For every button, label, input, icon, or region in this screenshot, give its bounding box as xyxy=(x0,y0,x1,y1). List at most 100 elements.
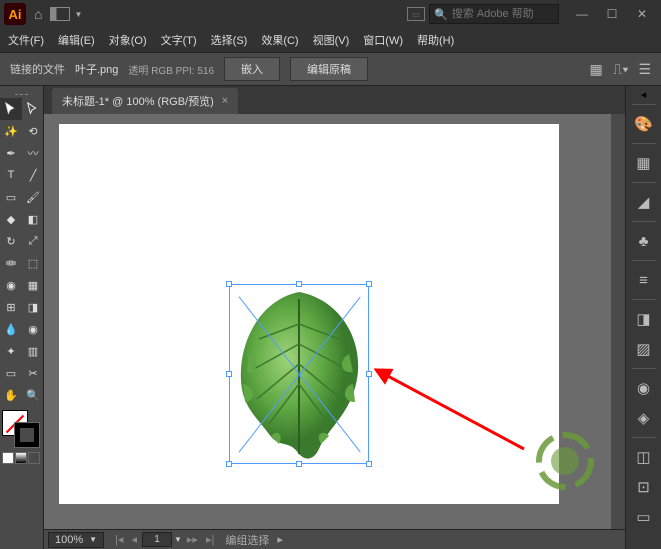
symbols-panel-icon[interactable]: ♣ xyxy=(630,228,658,254)
tab-close-button[interactable]: × xyxy=(222,95,228,107)
brushes-panel-icon[interactable]: ◢ xyxy=(630,189,658,215)
menu-view[interactable]: 视图(V) xyxy=(313,32,350,48)
stroke-swatch[interactable] xyxy=(14,422,40,448)
menu-file[interactable]: 文件(F) xyxy=(8,32,44,48)
embed-button[interactable]: 嵌入 xyxy=(224,57,280,81)
menu-window[interactable]: 窗口(W) xyxy=(363,32,403,48)
gradient-tool[interactable]: ◨ xyxy=(22,296,44,318)
symbol-sprayer-tool[interactable]: ✦ xyxy=(0,340,22,362)
rotate-tool[interactable]: ↻ xyxy=(0,230,22,252)
zoom-value: 100% xyxy=(55,534,83,546)
color-mode-gradient[interactable] xyxy=(15,452,27,464)
paintbrush-tool[interactable]: 🖌 xyxy=(22,186,44,208)
layout-icon xyxy=(50,7,70,21)
vertical-scrollbar[interactable] xyxy=(611,114,625,529)
slice-tool[interactable]: ✂ xyxy=(22,362,44,384)
handle-top-left[interactable] xyxy=(226,281,232,287)
nav-last-button[interactable]: ▸| xyxy=(203,533,217,546)
handle-right[interactable] xyxy=(366,371,372,377)
handle-top-right[interactable] xyxy=(366,281,372,287)
nav-next-button[interactable]: ▸▸ xyxy=(184,533,201,546)
menu-edit[interactable]: 编辑(E) xyxy=(58,32,95,48)
free-transform-tool[interactable]: ⬚ xyxy=(22,252,44,274)
menu-select[interactable]: 选择(S) xyxy=(211,32,248,48)
transparency-panel-icon[interactable]: ▨ xyxy=(630,336,658,362)
zoom-select[interactable]: 100% ▼ xyxy=(48,532,104,548)
swatches-panel-icon[interactable]: ▦ xyxy=(630,150,658,176)
control-bar: 链接的文件 叶子.png 透明 RGB PPI: 516 嵌入 编辑原稿 ▦ ⎍… xyxy=(0,52,661,86)
mesh-tool[interactable]: ⊞ xyxy=(0,296,22,318)
stroke-panel-icon[interactable]: ≡ xyxy=(630,267,658,293)
hand-tool[interactable]: ✋ xyxy=(0,384,22,406)
tools-panel: ✨ ⟲ ✒ 〰 T ╱ ▭ 🖌 ◆ ◧ ↻ ⤢ ⟚ ⬚ ◉ ▦ ⊞ ◨ 💧 ◉ … xyxy=(0,86,44,549)
placed-image[interactable] xyxy=(229,284,369,464)
color-mode-none[interactable] xyxy=(28,452,40,464)
nav-prev-button[interactable]: ◂ xyxy=(128,533,140,546)
curvature-tool[interactable]: 〰 xyxy=(22,142,44,164)
workspace-layout-menu[interactable]: ▼ xyxy=(50,7,82,21)
file-info: 透明 RGB PPI: 516 xyxy=(128,62,214,77)
menu-type[interactable]: 文字(T) xyxy=(161,32,197,48)
search-field[interactable]: 🔍 xyxy=(429,4,559,24)
home-icon[interactable]: ⌂ xyxy=(34,6,42,22)
edit-original-button[interactable]: 编辑原稿 xyxy=(290,57,368,81)
selection-tool[interactable] xyxy=(0,98,22,120)
rectangle-tool[interactable]: ▭ xyxy=(0,186,22,208)
handle-bottom[interactable] xyxy=(296,461,302,467)
color-panel-icon[interactable]: 🎨 xyxy=(630,111,658,137)
chevron-down-icon[interactable]: ▼ xyxy=(174,535,182,544)
blend-tool[interactable]: ◉ xyxy=(22,318,44,340)
perspective-tool[interactable]: ▦ xyxy=(22,274,44,296)
search-input[interactable] xyxy=(452,8,554,20)
direct-selection-tool[interactable] xyxy=(22,98,44,120)
linked-filename[interactable]: 叶子.png xyxy=(75,61,118,77)
menu-help[interactable]: 帮助(H) xyxy=(417,32,454,48)
asset-export-panel-icon[interactable]: ⊡ xyxy=(630,474,658,500)
artboard-number-input[interactable] xyxy=(142,532,172,547)
scale-tool[interactable]: ⤢ xyxy=(22,230,44,252)
right-dock: ◂ 🎨 ▦ ◢ ♣ ≡ ◨ ▨ ◉ ◈ ◫ ⊡ ▭ xyxy=(625,86,661,549)
maximize-button[interactable]: ☐ xyxy=(597,3,627,25)
magic-wand-tool[interactable]: ✨ xyxy=(0,120,22,142)
document-tabs: 未标题-1* @ 100% (RGB/预览) × xyxy=(44,86,625,114)
graphic-styles-panel-icon[interactable]: ◈ xyxy=(630,405,658,431)
appearance-panel-icon[interactable]: ◉ xyxy=(630,375,658,401)
status-chevron[interactable]: ▸ xyxy=(277,533,283,546)
arrange-icon[interactable]: ⎍▾ xyxy=(613,61,629,78)
menu-object[interactable]: 对象(O) xyxy=(109,32,147,48)
graph-tool[interactable]: ▥ xyxy=(22,340,44,362)
options-icon[interactable]: ☰ xyxy=(638,61,651,78)
handle-bottom-left[interactable] xyxy=(226,461,232,467)
panel-grip[interactable] xyxy=(0,90,43,98)
handle-left[interactable] xyxy=(226,371,232,377)
close-button[interactable]: ✕ xyxy=(627,3,657,25)
pen-tool[interactable]: ✒ xyxy=(0,142,22,164)
handle-bottom-right[interactable] xyxy=(366,461,372,467)
canvas[interactable] xyxy=(44,114,625,529)
nav-first-button[interactable]: |◂ xyxy=(112,533,126,546)
layers-panel-icon[interactable]: ◫ xyxy=(630,444,658,470)
artboards-panel-icon[interactable]: ▭ xyxy=(630,504,658,530)
eyedropper-tool[interactable]: 💧 xyxy=(0,318,22,340)
color-mode-solid[interactable] xyxy=(2,452,14,464)
minimize-button[interactable]: — xyxy=(567,3,597,25)
menu-effect[interactable]: 效果(C) xyxy=(261,32,298,48)
artboard-navigation: |◂ ◂ ▼ ▸▸ ▸| xyxy=(112,532,217,547)
align-icon[interactable]: ▦ xyxy=(590,61,603,78)
width-tool[interactable]: ⟚ xyxy=(0,252,22,274)
document-tab[interactable]: 未标题-1* @ 100% (RGB/预览) × xyxy=(52,88,238,114)
line-tool[interactable]: ╱ xyxy=(22,164,44,186)
zoom-tool[interactable]: 🔍 xyxy=(22,384,44,406)
screen-mode-icon[interactable]: ▭ xyxy=(407,7,425,21)
chevron-down-icon: ▼ xyxy=(89,535,97,544)
shaper-tool[interactable]: ◆ xyxy=(0,208,22,230)
gradient-panel-icon[interactable]: ◨ xyxy=(630,306,658,332)
type-tool[interactable]: T xyxy=(0,164,22,186)
shape-builder-tool[interactable]: ◉ xyxy=(0,274,22,296)
lasso-tool[interactable]: ⟲ xyxy=(22,120,44,142)
eraser-tool[interactable]: ◧ xyxy=(22,208,44,230)
dock-grip[interactable]: ◂ xyxy=(634,90,654,98)
fill-stroke-swatches[interactable] xyxy=(2,410,40,448)
artboard-tool[interactable]: ▭ xyxy=(0,362,22,384)
handle-top[interactable] xyxy=(296,281,302,287)
